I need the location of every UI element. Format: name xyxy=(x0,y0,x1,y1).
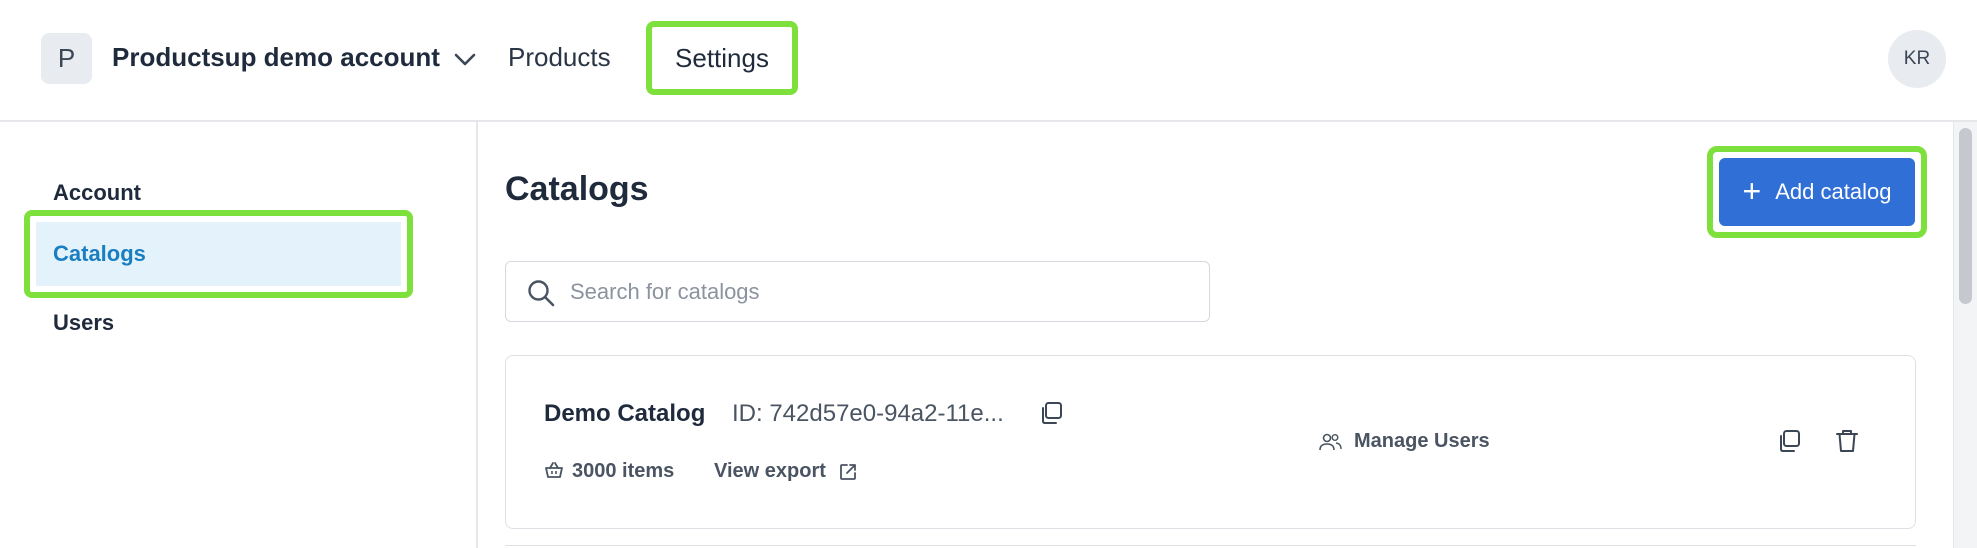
add-catalog-highlight: + Add catalog xyxy=(1707,146,1927,238)
sidebar-item-catalogs[interactable]: Catalogs xyxy=(36,222,401,286)
add-catalog-label: Add catalog xyxy=(1775,179,1892,204)
duplicate-icon[interactable] xyxy=(1776,428,1802,454)
view-export-link[interactable]: View export xyxy=(714,460,858,483)
add-catalog-button[interactable]: + Add catalog xyxy=(1719,158,1915,226)
catalog-card: Demo Catalog ID: 742d57e0-94a2-11e... 30… xyxy=(505,355,1916,529)
catalog-id: ID: 742d57e0-94a2-11e... xyxy=(732,400,1004,427)
manage-users-button[interactable]: Manage Users xyxy=(1318,430,1490,453)
account-name[interactable]: Productsup demo account xyxy=(112,42,440,73)
users-icon xyxy=(1319,433,1342,450)
settings-sidebar: Account Catalogs Users xyxy=(0,122,478,548)
catalog-name[interactable]: Demo Catalog xyxy=(544,400,705,428)
copy-icon[interactable] xyxy=(1038,400,1064,426)
external-link-icon xyxy=(840,463,856,480)
search-box xyxy=(505,261,1210,322)
view-export-label: View export xyxy=(714,460,826,482)
manage-users-label: Manage Users xyxy=(1354,430,1490,452)
nav-settings[interactable]: Settings xyxy=(646,21,798,95)
basket-icon xyxy=(545,462,563,478)
chevron-down-icon[interactable] xyxy=(449,44,481,76)
trash-icon[interactable] xyxy=(1834,428,1860,454)
account-avatar[interactable]: P xyxy=(41,33,92,84)
sidebar-item-catalogs-highlight: Catalogs xyxy=(24,210,413,298)
scrollbar[interactable] xyxy=(1953,122,1977,548)
sidebar-item-account[interactable]: Account xyxy=(53,180,141,206)
sidebar-item-users[interactable]: Users xyxy=(53,310,114,336)
search-icon xyxy=(528,280,555,307)
page-title: Catalogs xyxy=(505,170,649,208)
plus-icon: + xyxy=(1742,172,1762,209)
scrollbar-thumb[interactable] xyxy=(1959,128,1972,304)
search-input[interactable] xyxy=(570,274,1190,310)
user-avatar[interactable]: KR xyxy=(1888,30,1946,88)
top-header: P Productsup demo account Products Setti… xyxy=(0,0,1977,122)
catalog-item-count: 3000 items xyxy=(572,460,675,482)
nav-products[interactable]: Products xyxy=(508,42,611,73)
